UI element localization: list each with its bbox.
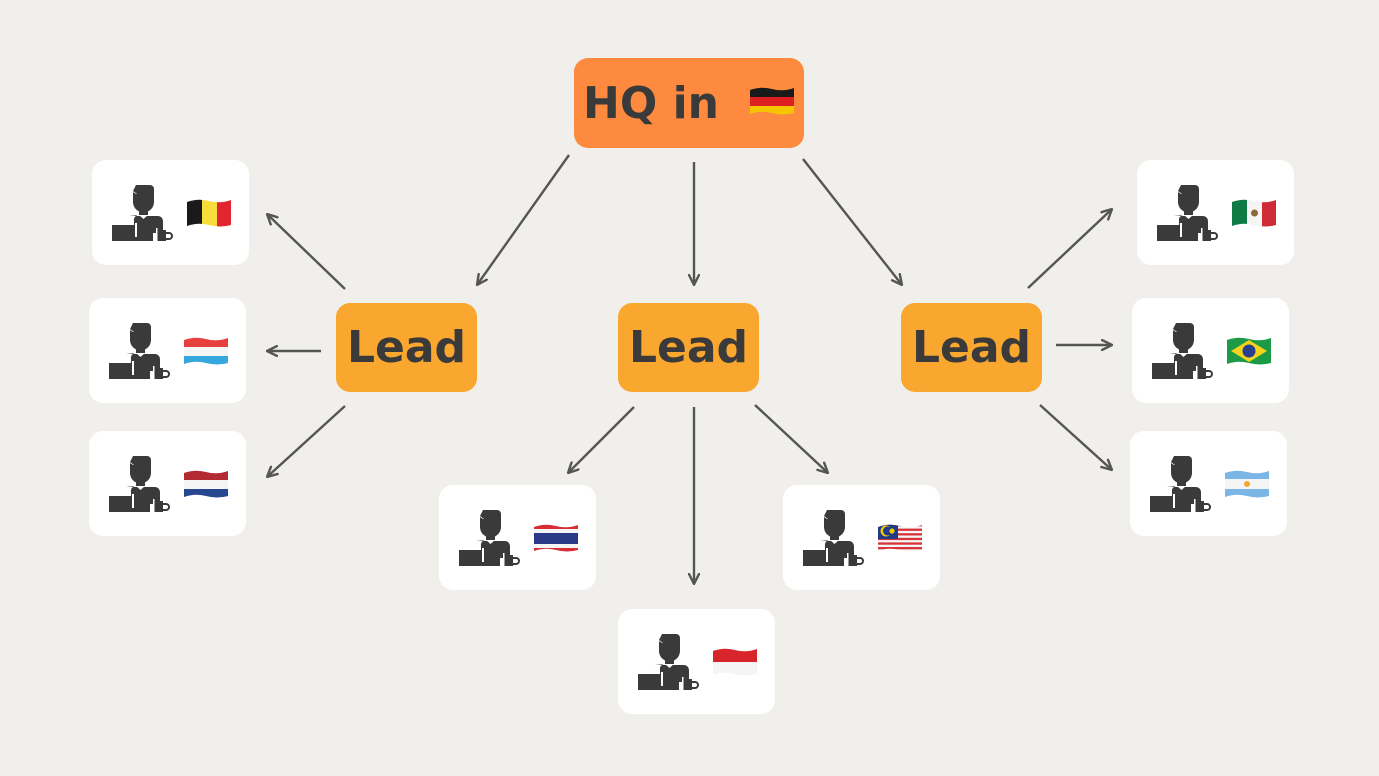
- arrow-hq-to-lead-latam: [802, 158, 902, 285]
- remote-worker-icon: [1155, 182, 1219, 244]
- lead-label: Lead: [346, 322, 467, 373]
- remote-worker-icon: [1148, 453, 1212, 515]
- remote-worker-icon: [801, 507, 865, 569]
- employee-card-brazil: [1132, 298, 1289, 403]
- lead-node-asia: Lead: [618, 303, 759, 392]
- netherlands-flag-icon: [183, 470, 228, 498]
- remote-worker-icon: [107, 453, 171, 515]
- mexico-flag-icon: [1231, 199, 1276, 227]
- arrow-lead-to-belgium: [267, 214, 346, 290]
- remote-worker-icon: [107, 320, 171, 382]
- belgium-flag-icon: [186, 199, 231, 227]
- lead-label: Lead: [911, 322, 1032, 373]
- arrow-lead-to-thailand: [568, 406, 635, 473]
- employee-card-thailand: [439, 485, 596, 590]
- remote-worker-icon: [636, 631, 700, 693]
- employee-card-mexico: [1137, 160, 1294, 265]
- employee-card-malaysia: [783, 485, 940, 590]
- germany-flag-icon: [749, 87, 794, 115]
- employee-card-indonesia: [618, 609, 775, 714]
- arrow-lead-to-malaysia: [754, 404, 828, 473]
- arrow-hq-to-lead-europe: [477, 154, 570, 285]
- employee-card-argentina: [1130, 431, 1287, 536]
- employee-card-netherlands: [89, 431, 246, 536]
- hq-node: HQ in: [574, 58, 804, 148]
- arrow-lead-to-netherlands: [267, 405, 346, 477]
- lead-label: Lead: [628, 322, 749, 373]
- employee-card-luxembourg: [89, 298, 246, 403]
- remote-worker-icon: [1150, 320, 1214, 382]
- indonesia-flag-icon: [712, 648, 757, 676]
- arrow-lead-to-mexico: [1027, 209, 1112, 289]
- arrow-lead-to-argentina: [1039, 404, 1112, 470]
- malaysia-flag-icon: [877, 524, 922, 552]
- lead-node-latam: Lead: [901, 303, 1042, 392]
- argentina-flag-icon: [1224, 470, 1269, 498]
- luxembourg-flag-icon: [183, 337, 228, 365]
- remote-worker-icon: [110, 182, 174, 244]
- employee-card-belgium: [92, 160, 249, 265]
- remote-worker-icon: [457, 507, 521, 569]
- lead-node-europe: Lead: [336, 303, 477, 392]
- thailand-flag-icon: [533, 524, 578, 552]
- brazil-flag-icon: [1226, 337, 1271, 365]
- hq-label: HQ in: [583, 77, 719, 129]
